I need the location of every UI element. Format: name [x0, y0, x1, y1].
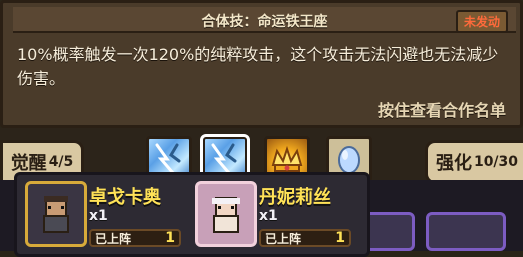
member-qty: x1	[259, 208, 278, 224]
strengthen-button[interactable]: 强化 10/30	[425, 140, 523, 184]
member-status-count: 1	[335, 230, 345, 246]
status-badge: 未发动	[455, 10, 508, 33]
member-card[interactable]: 卓戈卡奥 x1 已上阵 1	[25, 181, 185, 251]
member-status: 已上阵 1	[89, 229, 181, 247]
avatar	[195, 181, 257, 247]
member-status-count: 1	[165, 230, 175, 246]
warrior-avatar-icon	[43, 196, 69, 233]
panel-title-bar: 合体技：命运铁王座 未发动	[13, 7, 516, 33]
avatar	[25, 181, 87, 247]
strengthen-label: 强化	[435, 153, 472, 174]
member-name: 丹妮莉丝	[259, 187, 331, 208]
skill-description: 10%概率触发一次120%的纯粹攻击，这个攻击无法闪避也无法减少伤害。	[17, 45, 499, 88]
member-card[interactable]: 丹妮莉丝 x1 已上阵 1	[195, 181, 355, 251]
strengthen-progress: 10/30	[473, 154, 519, 170]
member-status: 已上阵 1	[259, 229, 351, 247]
view-coop-list-hint[interactable]: 按住查看合作名单	[378, 97, 506, 121]
member-status-text: 已上阵	[265, 231, 302, 246]
skill-info-panel: 合体技：命运铁王座 未发动 10%概率触发一次120%的纯粹攻击，这个攻击无法闪…	[0, 0, 523, 128]
member-qty: x1	[89, 208, 108, 224]
coop-members-panel: 卓戈卡奥 x1 已上阵 1 丹妮莉丝 x1 已上阵 1	[14, 172, 370, 257]
awaken-progress: 4/5	[48, 154, 74, 170]
panel-title: 合体技：命运铁王座	[201, 14, 328, 30]
member-status-text: 已上阵	[95, 231, 132, 246]
hero-card[interactable]	[426, 212, 506, 251]
member-name: 卓戈卡奥	[89, 187, 161, 208]
queen-avatar-icon	[212, 197, 240, 233]
